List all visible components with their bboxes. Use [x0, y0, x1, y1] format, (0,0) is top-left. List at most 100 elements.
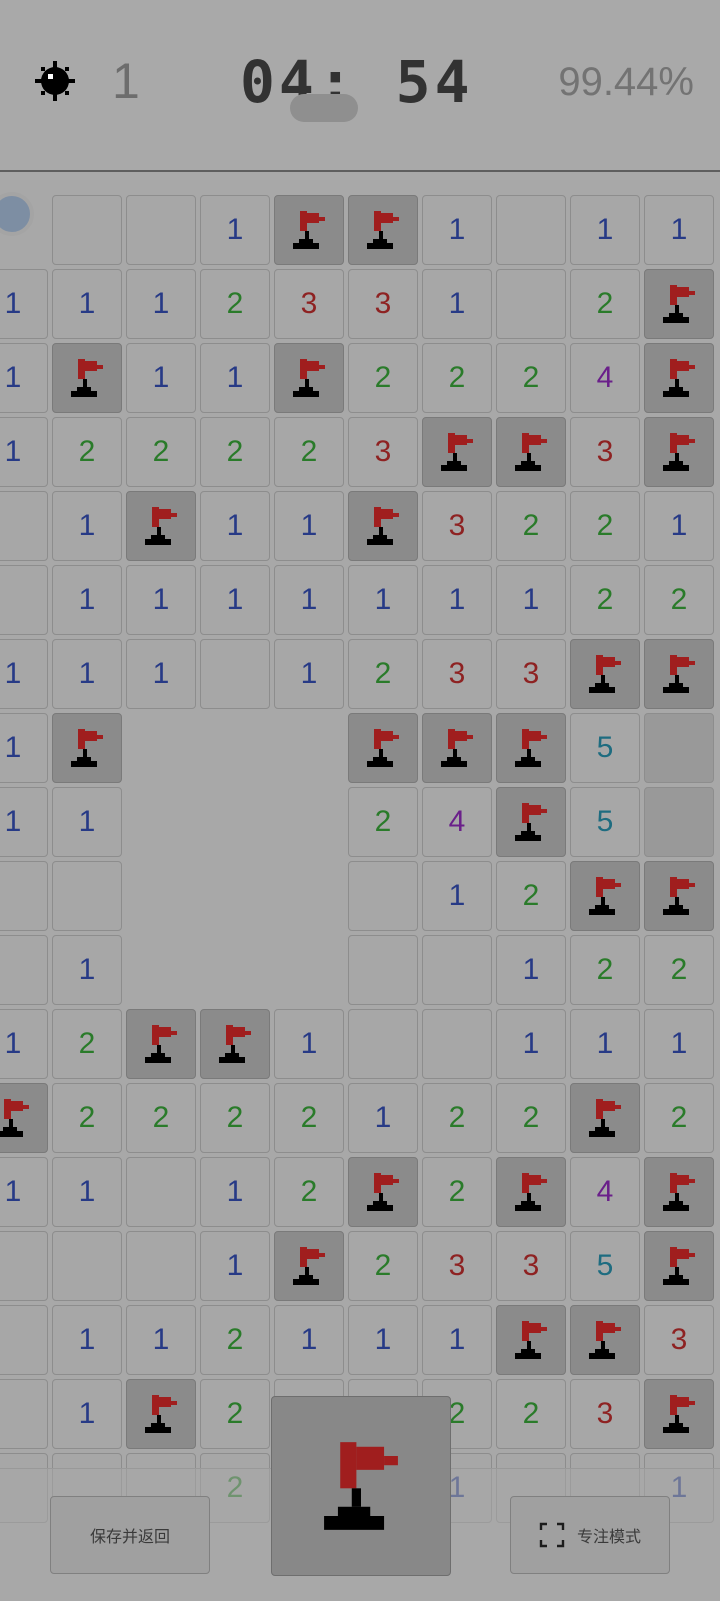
- number-cell[interactable]: 2: [52, 1083, 122, 1153]
- number-cell[interactable]: 1: [126, 269, 196, 339]
- number-cell[interactable]: 1: [52, 639, 122, 709]
- flagged-cell[interactable]: [126, 491, 196, 561]
- revealed-cell[interactable]: [496, 269, 566, 339]
- number-cell[interactable]: 2: [274, 1083, 344, 1153]
- number-cell[interactable]: 2: [348, 787, 418, 857]
- revealed-cell[interactable]: [422, 1009, 492, 1079]
- number-cell[interactable]: 1: [126, 1305, 196, 1375]
- revealed-cell[interactable]: [348, 935, 418, 1005]
- number-cell[interactable]: 1: [274, 491, 344, 561]
- revealed-cell[interactable]: [52, 861, 122, 931]
- flagged-cell[interactable]: [496, 417, 566, 487]
- number-cell[interactable]: 1: [496, 935, 566, 1005]
- flagged-cell[interactable]: [496, 713, 566, 783]
- number-cell[interactable]: 2: [52, 417, 122, 487]
- flagged-cell[interactable]: [348, 713, 418, 783]
- flag-mode-toggle[interactable]: [271, 1396, 451, 1576]
- number-cell[interactable]: 1: [200, 491, 270, 561]
- number-cell[interactable]: 1: [52, 269, 122, 339]
- number-cell[interactable]: 2: [126, 417, 196, 487]
- number-cell[interactable]: 1: [348, 1083, 418, 1153]
- flagged-cell[interactable]: [496, 1157, 566, 1227]
- number-cell[interactable]: 3: [348, 417, 418, 487]
- number-cell[interactable]: 3: [274, 269, 344, 339]
- number-cell[interactable]: 4: [570, 1157, 640, 1227]
- number-cell[interactable]: 1: [0, 1009, 48, 1079]
- number-cell[interactable]: 1: [274, 1305, 344, 1375]
- number-cell[interactable]: 2: [200, 1083, 270, 1153]
- flagged-cell[interactable]: [0, 1083, 48, 1153]
- number-cell[interactable]: 2: [422, 1083, 492, 1153]
- empty-cell[interactable]: [200, 713, 270, 783]
- number-cell[interactable]: 1: [644, 491, 714, 561]
- covered-cell[interactable]: [644, 787, 714, 857]
- flagged-cell[interactable]: [348, 491, 418, 561]
- number-cell[interactable]: 2: [496, 491, 566, 561]
- flagged-cell[interactable]: [570, 1083, 640, 1153]
- number-cell[interactable]: 2: [200, 417, 270, 487]
- number-cell[interactable]: 5: [570, 1231, 640, 1301]
- number-cell[interactable]: 2: [644, 565, 714, 635]
- number-cell[interactable]: 1: [0, 787, 48, 857]
- number-cell[interactable]: 2: [126, 1083, 196, 1153]
- number-cell[interactable]: 1: [0, 343, 48, 413]
- number-cell[interactable]: 2: [644, 935, 714, 1005]
- number-cell[interactable]: 2: [496, 343, 566, 413]
- number-cell[interactable]: 1: [0, 269, 48, 339]
- number-cell[interactable]: 5: [570, 787, 640, 857]
- revealed-cell[interactable]: [52, 195, 122, 265]
- number-cell[interactable]: 1: [0, 417, 48, 487]
- flagged-cell[interactable]: [496, 787, 566, 857]
- flagged-cell[interactable]: [348, 195, 418, 265]
- revealed-cell[interactable]: [200, 639, 270, 709]
- revealed-cell[interactable]: [496, 195, 566, 265]
- number-cell[interactable]: 3: [644, 1305, 714, 1375]
- number-cell[interactable]: 1: [570, 1009, 640, 1079]
- number-cell[interactable]: 2: [274, 417, 344, 487]
- number-cell[interactable]: 2: [348, 639, 418, 709]
- number-cell[interactable]: 1: [200, 1157, 270, 1227]
- flagged-cell[interactable]: [644, 1379, 714, 1449]
- number-cell[interactable]: 1: [570, 195, 640, 265]
- empty-cell[interactable]: [200, 861, 270, 931]
- flagged-cell[interactable]: [422, 417, 492, 487]
- flagged-cell[interactable]: [52, 713, 122, 783]
- revealed-cell[interactable]: [348, 861, 418, 931]
- number-cell[interactable]: 2: [570, 491, 640, 561]
- number-cell[interactable]: 1: [644, 1009, 714, 1079]
- number-cell[interactable]: 2: [52, 1009, 122, 1079]
- number-cell[interactable]: 3: [496, 1231, 566, 1301]
- number-cell[interactable]: 2: [200, 269, 270, 339]
- number-cell[interactable]: 4: [570, 343, 640, 413]
- empty-cell[interactable]: [200, 935, 270, 1005]
- number-cell[interactable]: 1: [0, 713, 48, 783]
- revealed-cell[interactable]: [0, 1231, 48, 1301]
- revealed-cell[interactable]: [52, 1231, 122, 1301]
- number-cell[interactable]: 2: [570, 935, 640, 1005]
- number-cell[interactable]: 3: [348, 269, 418, 339]
- number-cell[interactable]: 1: [200, 1231, 270, 1301]
- flagged-cell[interactable]: [644, 417, 714, 487]
- number-cell[interactable]: 3: [570, 417, 640, 487]
- flagged-cell[interactable]: [570, 861, 640, 931]
- flagged-cell[interactable]: [274, 195, 344, 265]
- number-cell[interactable]: 1: [52, 1305, 122, 1375]
- number-cell[interactable]: 2: [422, 1157, 492, 1227]
- flagged-cell[interactable]: [126, 1009, 196, 1079]
- number-cell[interactable]: 1: [422, 861, 492, 931]
- empty-cell[interactable]: [274, 787, 344, 857]
- empty-cell[interactable]: [274, 713, 344, 783]
- revealed-cell[interactable]: [0, 565, 48, 635]
- number-cell[interactable]: 2: [348, 1231, 418, 1301]
- flagged-cell[interactable]: [644, 1231, 714, 1301]
- flagged-cell[interactable]: [644, 343, 714, 413]
- flagged-cell[interactable]: [644, 861, 714, 931]
- number-cell[interactable]: 1: [52, 1157, 122, 1227]
- empty-cell[interactable]: [200, 787, 270, 857]
- number-cell[interactable]: 4: [422, 787, 492, 857]
- number-cell[interactable]: 2: [422, 343, 492, 413]
- number-cell[interactable]: 2: [570, 565, 640, 635]
- number-cell[interactable]: 1: [126, 343, 196, 413]
- number-cell[interactable]: 1: [126, 639, 196, 709]
- number-cell[interactable]: 1: [422, 1305, 492, 1375]
